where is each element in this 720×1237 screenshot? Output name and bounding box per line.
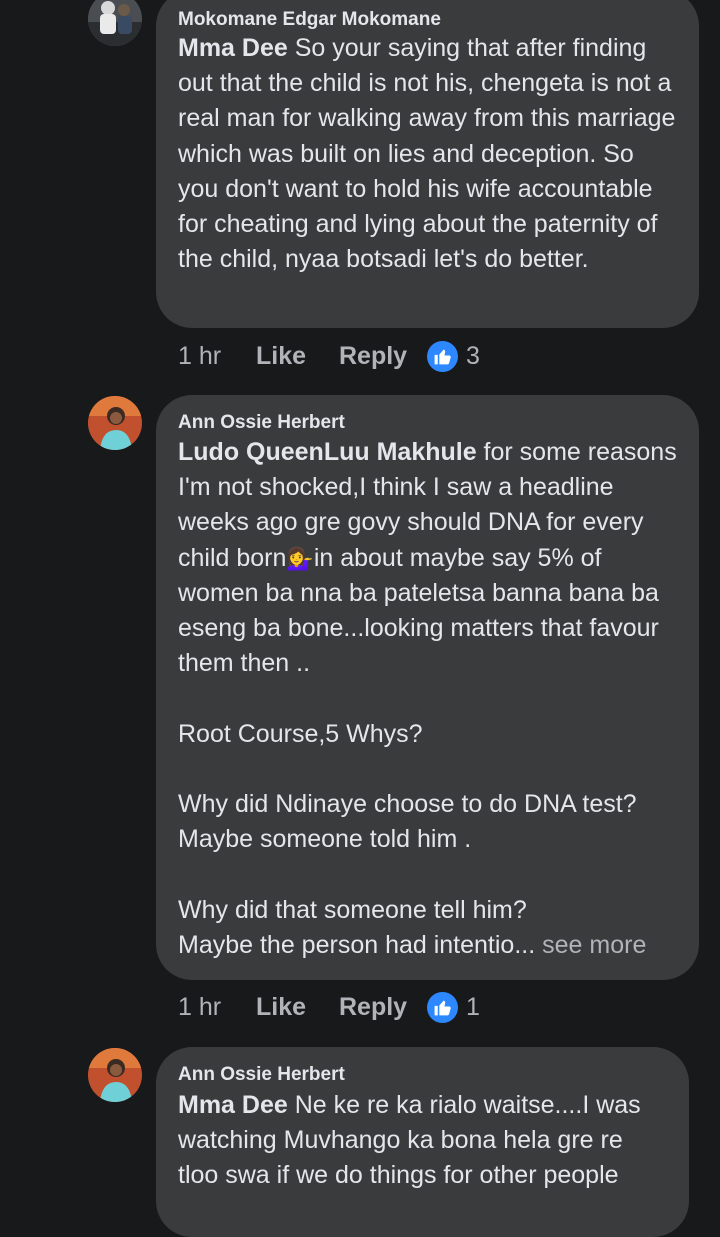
avatar[interactable]: [88, 396, 142, 450]
comment-2: Ann Ossie Herbert Ludo QueenLuu Makhule …: [0, 395, 720, 1045]
comment-actions: 1 hr Like Reply 1: [178, 987, 480, 1027]
mention-link[interactable]: Mma Dee: [178, 34, 288, 62]
comment-text: Mma Dee Ne ke re ka rialo waitse....I wa…: [178, 1088, 669, 1194]
comment-text: Mma Dee So your saying that after findin…: [178, 31, 679, 277]
comment-actions: 1 hr Like Reply 3: [178, 336, 480, 376]
mention-link[interactable]: Mma Dee: [178, 1091, 288, 1119]
reaction-count[interactable]: 3: [466, 342, 480, 371]
thumbs-up-icon[interactable]: [427, 991, 458, 1023]
comment-timestamp[interactable]: 1 hr: [178, 993, 256, 1022]
comment-author[interactable]: Mokomane Edgar Mokomane: [178, 9, 441, 31]
comment-body-text: So your saying that after finding out th…: [178, 34, 683, 274]
comment-author[interactable]: Ann Ossie Herbert: [178, 412, 345, 434]
like-button[interactable]: Like: [256, 993, 339, 1022]
reply-button[interactable]: Reply: [339, 342, 427, 371]
avatar-photo-icon: [88, 396, 142, 450]
comment-bubble: Mokomane Edgar Mokomane Mma Dee So your …: [156, 0, 699, 328]
mention-link[interactable]: Ludo QueenLuu Makhule: [178, 438, 477, 466]
comment-timestamp[interactable]: 1 hr: [178, 342, 256, 371]
person-tipping-hand-icon: 💁‍♀️: [286, 545, 314, 571]
see-more-link[interactable]: see more: [535, 931, 646, 959]
comment-text: Ludo QueenLuu Makhule for some reasons I…: [178, 435, 679, 963]
thumbs-up-icon[interactable]: [427, 340, 458, 372]
comment-bubble: Ann Ossie Herbert Mma Dee Ne ke re ka ri…: [156, 1047, 689, 1237]
reply-button[interactable]: Reply: [339, 993, 427, 1022]
comment-bubble: Ann Ossie Herbert Ludo QueenLuu Makhule …: [156, 395, 699, 980]
comment-1: Mokomane Edgar Mokomane Mma Dee So your …: [0, 0, 720, 380]
avatar-photo-icon: [88, 1048, 142, 1102]
avatar-photo-icon: [88, 0, 142, 46]
comment-3: Ann Ossie Herbert Mma Dee Ne ke re ka ri…: [0, 1047, 720, 1237]
reaction-count[interactable]: 1: [466, 993, 480, 1022]
comment-author[interactable]: Ann Ossie Herbert: [178, 1064, 345, 1086]
avatar[interactable]: [88, 1048, 142, 1102]
avatar[interactable]: [88, 0, 142, 46]
like-button[interactable]: Like: [256, 342, 339, 371]
comment-body-text-continued: in about maybe say 5% of women ba nna ba…: [178, 543, 659, 959]
